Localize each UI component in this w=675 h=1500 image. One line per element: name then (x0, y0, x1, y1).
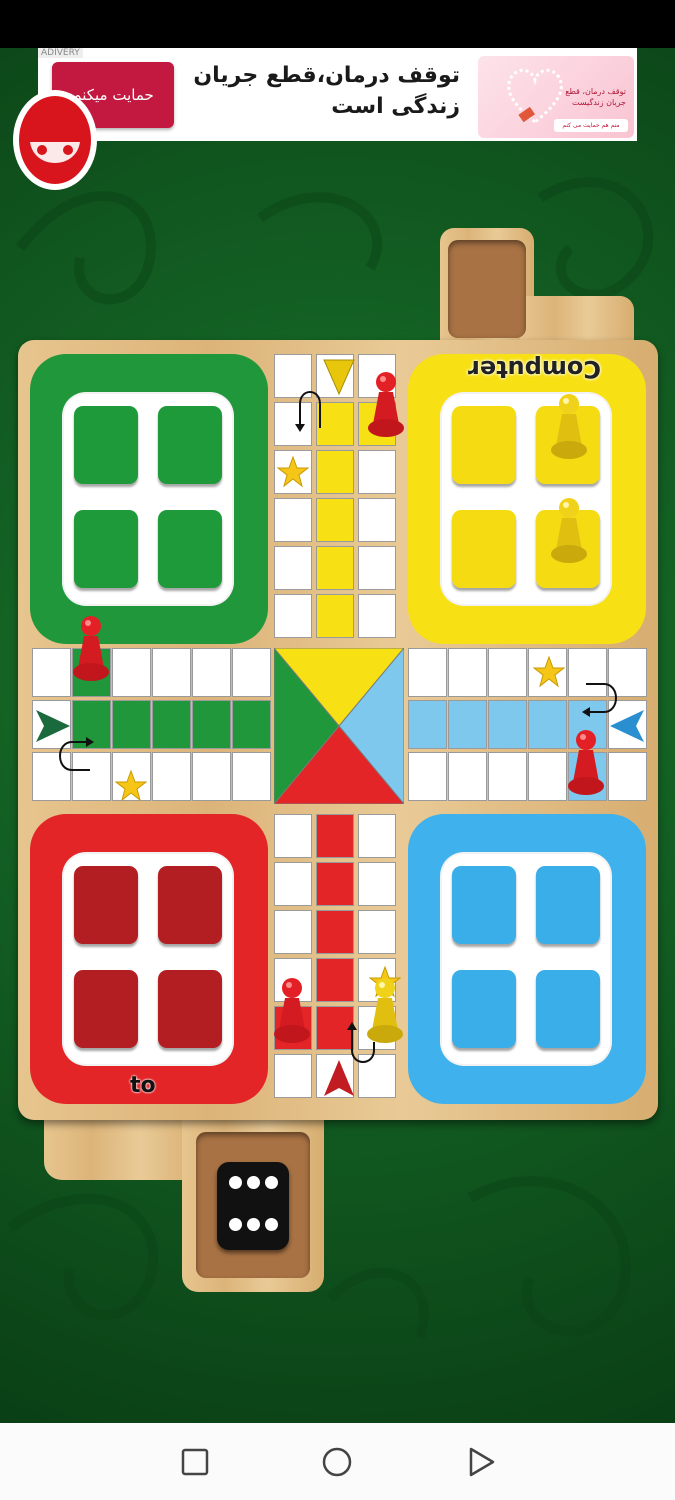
red-token[interactable] (70, 612, 112, 686)
yellow-token[interactable] (364, 974, 406, 1048)
red-token[interactable] (565, 726, 607, 800)
navigation-bar (0, 1423, 675, 1500)
ad-tag: ADIVERY (38, 48, 83, 58)
top-player-label: Computer (468, 355, 601, 383)
red-token[interactable] (365, 368, 407, 442)
safe-star-icon (533, 656, 565, 688)
recents-icon[interactable] (178, 1445, 212, 1479)
ad-headline: توقف درمان،قطع جریان زندگی است (193, 63, 460, 119)
safe-star-icon (115, 770, 147, 802)
red-home (30, 814, 268, 1104)
green-home (30, 354, 268, 644)
red-token[interactable] (271, 974, 313, 1048)
ad-thumbnail[interactable]: توقف درمان، قطع جریان زندگیست منم هم حما… (478, 56, 634, 138)
turn-arrow-icon (582, 683, 617, 717)
menu-button[interactable] (12, 90, 98, 194)
ad-thumbnail-text: توقف درمان، قطع جریان زندگیست (565, 87, 626, 107)
dice[interactable] (217, 1162, 289, 1250)
bottom-player-label: to (130, 1073, 156, 1098)
blue-home (408, 814, 646, 1104)
turn-arrow-icon (59, 737, 94, 771)
safe-star-icon (277, 456, 309, 488)
yellow-token[interactable] (548, 390, 590, 464)
back-icon[interactable] (464, 1445, 498, 1479)
ad-thumbnail-button: منم هم حمایت می کنم (554, 119, 628, 132)
center-home (274, 648, 404, 804)
status-bar (0, 0, 675, 48)
home-icon[interactable] (320, 1445, 354, 1479)
opponent-dice-slot (448, 240, 526, 338)
yellow-token[interactable] (548, 494, 590, 568)
turn-arrow-icon (295, 391, 321, 432)
yellow-home (408, 354, 646, 644)
